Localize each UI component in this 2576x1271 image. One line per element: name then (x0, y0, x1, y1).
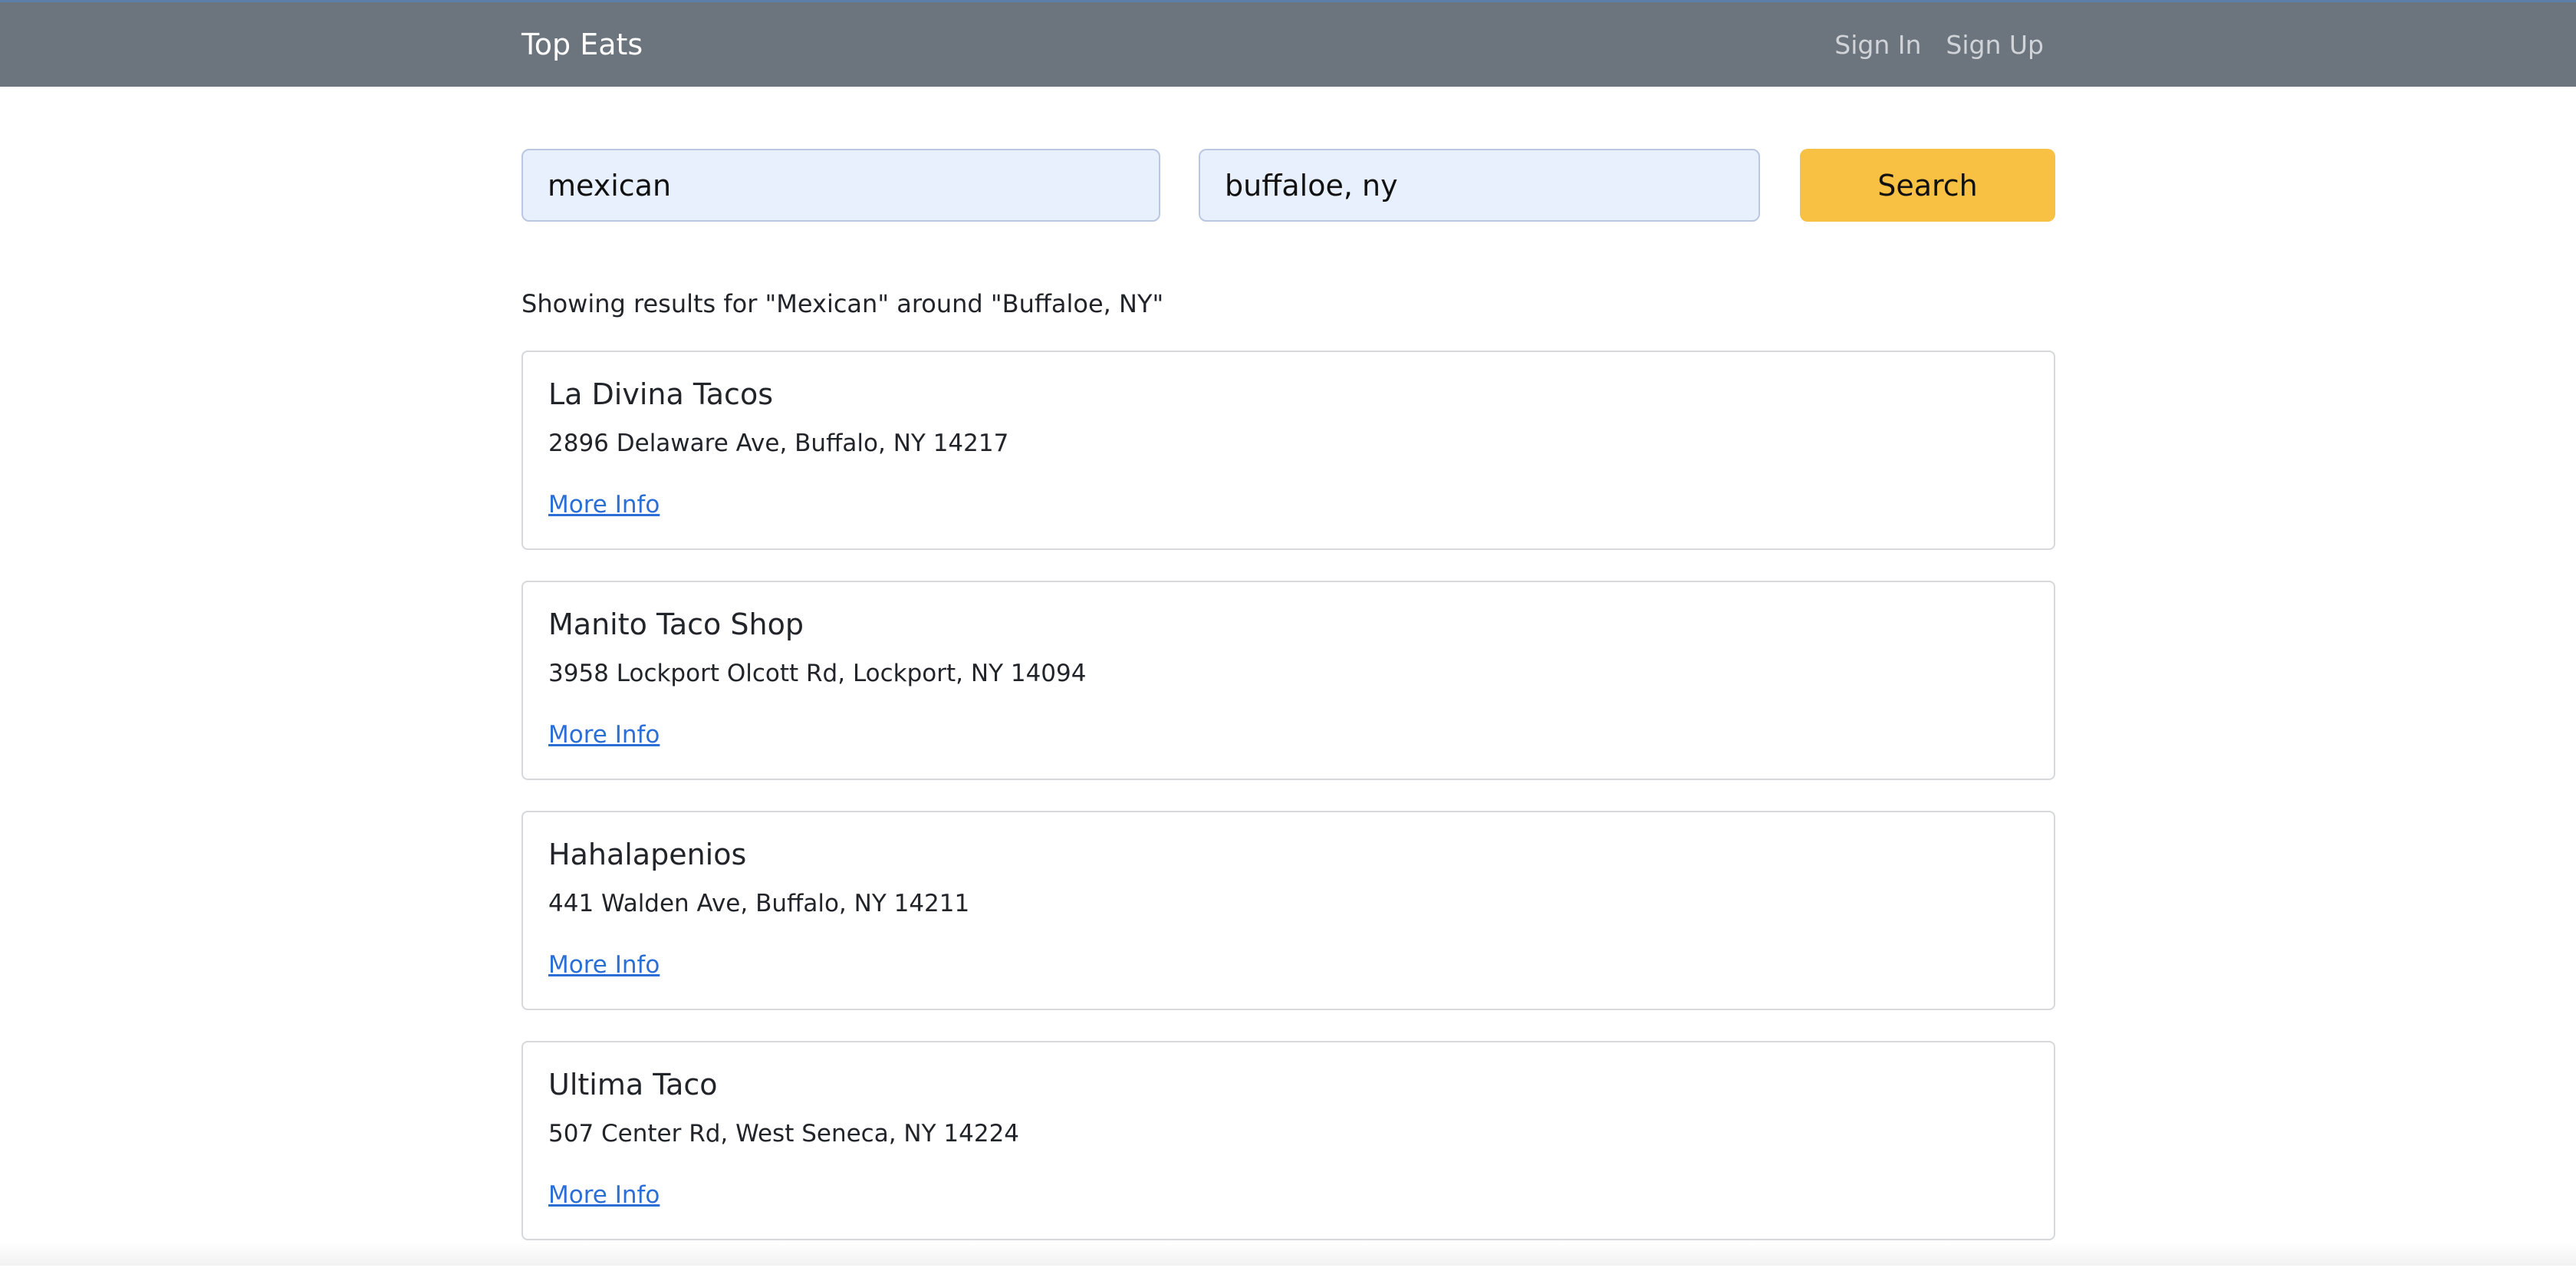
result-card: La Divina Tacos 2896 Delaware Ave, Buffa… (521, 351, 2055, 550)
nav-links: Sign In Sign Up (1834, 28, 2044, 62)
search-location-input[interactable] (1199, 149, 1760, 222)
result-address: 441 Walden Ave, Buffalo, NY 14211 (548, 890, 970, 917)
result-name: Manito Taco Shop (548, 608, 804, 641)
brand-link[interactable]: Top Eats (521, 25, 643, 64)
result-name: La Divina Tacos (548, 377, 773, 411)
bottom-fade (0, 1243, 2576, 1266)
more-info-link[interactable]: More Info (548, 1179, 660, 1211)
top-navbar: Top Eats Sign In Sign Up (0, 0, 2576, 87)
search-button[interactable]: Search (1800, 149, 2055, 222)
more-info-link[interactable]: More Info (548, 719, 660, 751)
result-card: Hahalapenios 441 Walden Ave, Buffalo, NY… (521, 811, 2055, 1010)
more-info-link[interactable]: More Info (548, 489, 660, 521)
result-card: Manito Taco Shop 3958 Lockport Olcott Rd… (521, 581, 2055, 780)
result-card: Ultima Taco 507 Center Rd, West Seneca, … (521, 1041, 2055, 1240)
more-info-link[interactable]: More Info (548, 949, 660, 981)
sign-in-link[interactable]: Sign In (1834, 28, 1921, 62)
results-summary: Showing results for "Mexican" around "Bu… (521, 289, 1164, 318)
search-term-input[interactable] (521, 149, 1160, 222)
result-address: 3958 Lockport Olcott Rd, Lockport, NY 14… (548, 660, 1087, 687)
result-address: 507 Center Rd, West Seneca, NY 14224 (548, 1120, 1020, 1148)
result-name: Ultima Taco (548, 1068, 718, 1101)
search-form: Search (521, 149, 2055, 222)
sign-up-link[interactable]: Sign Up (1946, 28, 2044, 62)
result-address: 2896 Delaware Ave, Buffalo, NY 14217 (548, 430, 1009, 457)
results-list: La Divina Tacos 2896 Delaware Ave, Buffa… (521, 351, 2055, 1271)
result-name: Hahalapenios (548, 838, 747, 871)
